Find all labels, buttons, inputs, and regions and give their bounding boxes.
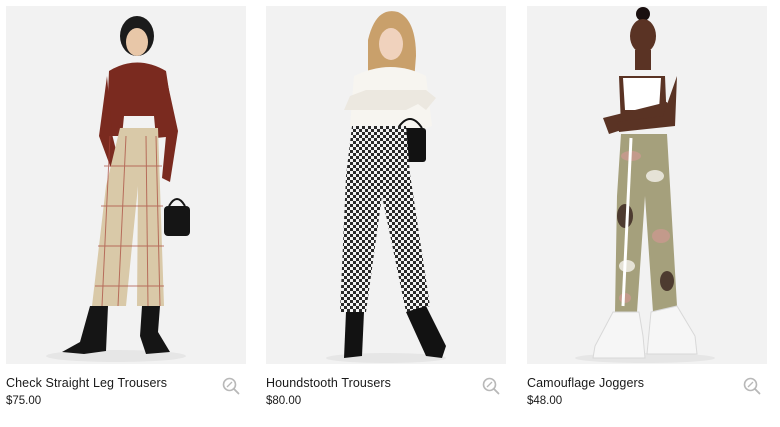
product-info: Houndstooth Trousers $80.00 [266,364,506,416]
quick-view-icon[interactable] [482,377,500,395]
product-info: Camouflage Joggers $48.00 [527,364,767,416]
product-price: $80.00 [266,395,302,407]
product-grid: Check Straight Leg Trousers $75.00 Hound… [0,0,780,427]
product-name[interactable]: Camouflage Joggers [527,376,644,390]
product-info: Check Straight Leg Trousers $75.00 [6,364,246,416]
product-name[interactable]: Check Straight Leg Trousers [6,376,167,390]
product-image[interactable] [6,6,246,364]
product-image[interactable] [527,6,767,364]
product-card[interactable]: Camouflage Joggers $48.00 [527,6,767,416]
product-card[interactable]: Houndstooth Trousers $80.00 [266,6,506,416]
product-image[interactable] [266,6,506,364]
product-price: $75.00 [6,395,42,407]
quick-view-icon[interactable] [743,377,761,395]
product-card[interactable]: Check Straight Leg Trousers $75.00 [6,6,246,416]
product-price: $48.00 [527,395,563,407]
quick-view-icon[interactable] [222,377,240,395]
product-name[interactable]: Houndstooth Trousers [266,376,391,390]
